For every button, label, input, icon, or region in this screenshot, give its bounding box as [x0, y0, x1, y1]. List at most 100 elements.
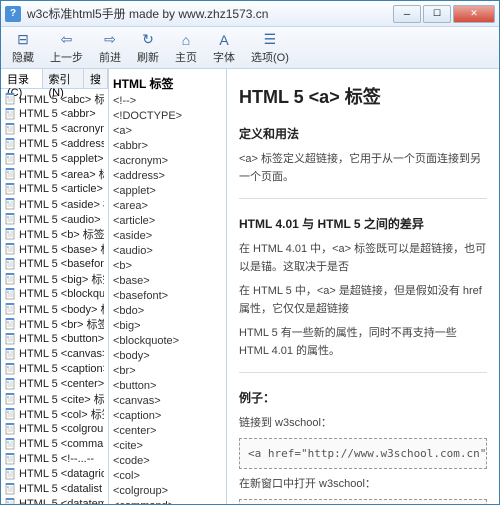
tree-item[interactable]: HTML 5 <big> 标签 [3, 271, 106, 286]
tag-list-item[interactable]: <caption> [113, 409, 222, 424]
tag-list-item[interactable]: <address> [113, 169, 222, 184]
tag-list-item[interactable]: <acronym> [113, 154, 222, 169]
tree-item[interactable]: HTML 5 <address> [3, 136, 106, 151]
tree-item-label: HTML 5 <aside> 标 [19, 196, 104, 212]
tree-item-label: HTML 5 <datalist [19, 483, 102, 495]
tag-list-item[interactable]: <abbr> [113, 139, 222, 154]
tree-item-label: HTML 5 <!--...-- [19, 453, 94, 465]
tag-list-item[interactable]: <!DOCTYPE> [113, 109, 222, 124]
toolbar-label: 主页 [175, 49, 197, 65]
window-title: w3c标准html5手册 made by www.zhz1573.cn [27, 5, 393, 22]
titlebar: ? w3c标准html5手册 made by www.zhz1573.cn ─ … [1, 1, 499, 27]
tree-item-label: HTML 5 <address> [19, 138, 104, 150]
code-example: <a href="http://www.w3school.com.cn">W3S… [239, 438, 487, 469]
tree-item[interactable]: HTML 5 <caption> [3, 361, 106, 376]
tag-list-item[interactable]: <center> [113, 424, 222, 439]
tag-list-item[interactable]: <body> [113, 349, 222, 364]
toc-tree[interactable]: HTML 5 <abc> 标签HTML 5 <abbr>HTML 5 <acro… [1, 89, 108, 504]
toolbar-icon: ☰ [260, 31, 280, 49]
tag-list-panel[interactable]: HTML 标签 <!--><!DOCTYPE><a><abbr><acronym… [109, 69, 227, 504]
toolbar-前进[interactable]: ⇨前进 [92, 28, 128, 68]
tree-item-label: HTML 5 <article> [19, 183, 103, 195]
toolbar-上一步[interactable]: ⇦上一步 [43, 28, 90, 68]
tree-item[interactable]: HTML 5 <datatempl [3, 496, 106, 504]
tree-item[interactable]: HTML 5 <base> 标 [3, 241, 106, 256]
page-title: HTML 5 <a> 标签 [239, 83, 487, 109]
toolbar-主页[interactable]: ⌂主页 [168, 28, 204, 68]
tree-item[interactable]: HTML 5 <center> [3, 376, 106, 391]
tree-item[interactable]: HTML 5 <button> [3, 331, 106, 346]
tag-list-item[interactable]: <base> [113, 274, 222, 289]
document-icon [5, 378, 17, 390]
main-content[interactable]: HTML 5 <a> 标签 定义和用法 <a> 标签定义超链接，它用于从一个页面… [227, 69, 499, 504]
toolbar-选项(O)[interactable]: ☰选项(O) [244, 28, 296, 68]
tree-item[interactable]: HTML 5 <area> 标 [3, 166, 106, 181]
tree-item[interactable]: HTML 5 <acronym> [3, 121, 106, 136]
tag-list-item[interactable]: <aside> [113, 229, 222, 244]
tree-item[interactable]: HTML 5 <b> 标签 [3, 226, 106, 241]
toolbar-刷新[interactable]: ↻刷新 [130, 28, 166, 68]
tag-list-item[interactable]: <col> [113, 469, 222, 484]
tree-item[interactable]: HTML 5 <audio> 标 [3, 211, 106, 226]
tag-list-item[interactable]: <!--> [113, 94, 222, 109]
tree-item-label: HTML 5 <colgroup [19, 423, 104, 435]
tree-item-label: HTML 5 <col> 标签 [19, 406, 104, 422]
toolbar-隐藏[interactable]: ⊟隐藏 [5, 28, 41, 68]
tree-item[interactable]: HTML 5 <canvas> [3, 346, 106, 361]
tree-item[interactable]: HTML 5 <datalist [3, 481, 106, 496]
document-icon [5, 468, 17, 480]
toolbar-label: 选项(O) [251, 49, 289, 65]
tree-item[interactable]: HTML 5 <abbr> [3, 106, 106, 121]
tag-list-item[interactable]: <applet> [113, 184, 222, 199]
tree-item[interactable]: HTML 5 <col> 标签 [3, 406, 106, 421]
toolbar-字体[interactable]: A字体 [206, 28, 242, 68]
tag-list-item[interactable]: <blockquote> [113, 334, 222, 349]
tag-list-item[interactable]: <br> [113, 364, 222, 379]
section-heading: HTML 4.01 与 HTML 5 之间的差异 [239, 215, 487, 232]
tree-item-label: HTML 5 <base> 标 [19, 241, 104, 257]
tree-item-label: HTML 5 <area> 标 [19, 166, 104, 182]
tag-list-item[interactable]: <b> [113, 259, 222, 274]
minimize-button[interactable]: ─ [393, 5, 421, 23]
tree-item[interactable]: HTML 5 <blockquo [3, 286, 106, 301]
document-icon [5, 453, 17, 465]
tab-索引(N)[interactable]: 索引(N) [43, 69, 85, 88]
tag-list-item[interactable]: <cite> [113, 439, 222, 454]
tree-item[interactable]: HTML 5 <article> [3, 181, 106, 196]
tree-item[interactable]: HTML 5 <basefont [3, 256, 106, 271]
app-icon: ? [5, 6, 21, 22]
tag-list-item[interactable]: <command> [113, 499, 222, 504]
tag-list-item[interactable]: <button> [113, 379, 222, 394]
tree-item-label: HTML 5 <big> 标签 [19, 271, 104, 287]
tree-item[interactable]: HTML 5 <cite> 标 [3, 391, 106, 406]
tag-list-item[interactable]: <audio> [113, 244, 222, 259]
tree-item[interactable]: HTML 5 <command> [3, 436, 106, 451]
tag-list-item[interactable]: <canvas> [113, 394, 222, 409]
taglist-title: HTML 标签 [113, 75, 222, 92]
tree-item[interactable]: HTML 5 <aside> 标 [3, 196, 106, 211]
tree-item[interactable]: HTML 5 <colgroup [3, 421, 106, 436]
tab-目录(C)[interactable]: 目录(C) [1, 69, 43, 88]
tree-item[interactable]: HTML 5 <applet> [3, 151, 106, 166]
tag-list-item[interactable]: <colgroup> [113, 484, 222, 499]
toolbar-label: 前进 [99, 49, 121, 65]
tree-item[interactable]: HTML 5 <!--...-- [3, 451, 106, 466]
tree-item[interactable]: HTML 5 <abc> 标签 [3, 91, 106, 106]
tag-list-item[interactable]: <big> [113, 319, 222, 334]
tag-list-item[interactable]: <a> [113, 124, 222, 139]
tag-list-item[interactable]: <bdo> [113, 304, 222, 319]
paragraph: 链接到 w3school： [239, 414, 487, 432]
divider [239, 372, 487, 373]
tab-搜[interactable]: 搜 [84, 69, 108, 88]
close-button[interactable]: ✕ [453, 5, 495, 23]
tag-list-item[interactable]: <article> [113, 214, 222, 229]
paragraph: HTML 5 有一些新的属性，同时不再支持一些 HTML 4.01 的属性。 [239, 324, 487, 360]
tag-list-item[interactable]: <area> [113, 199, 222, 214]
tree-item[interactable]: HTML 5 <body> 标 [3, 301, 106, 316]
code-example: <a href="http://www.w3school.com.cn" tar… [239, 499, 487, 504]
maximize-button[interactable]: ☐ [423, 5, 451, 23]
tag-list-item[interactable]: <code> [113, 454, 222, 469]
tag-list-item[interactable]: <basefont> [113, 289, 222, 304]
tree-item[interactable]: HTML 5 <br> 标签 [3, 316, 106, 331]
tree-item[interactable]: HTML 5 <datagrid [3, 466, 106, 481]
